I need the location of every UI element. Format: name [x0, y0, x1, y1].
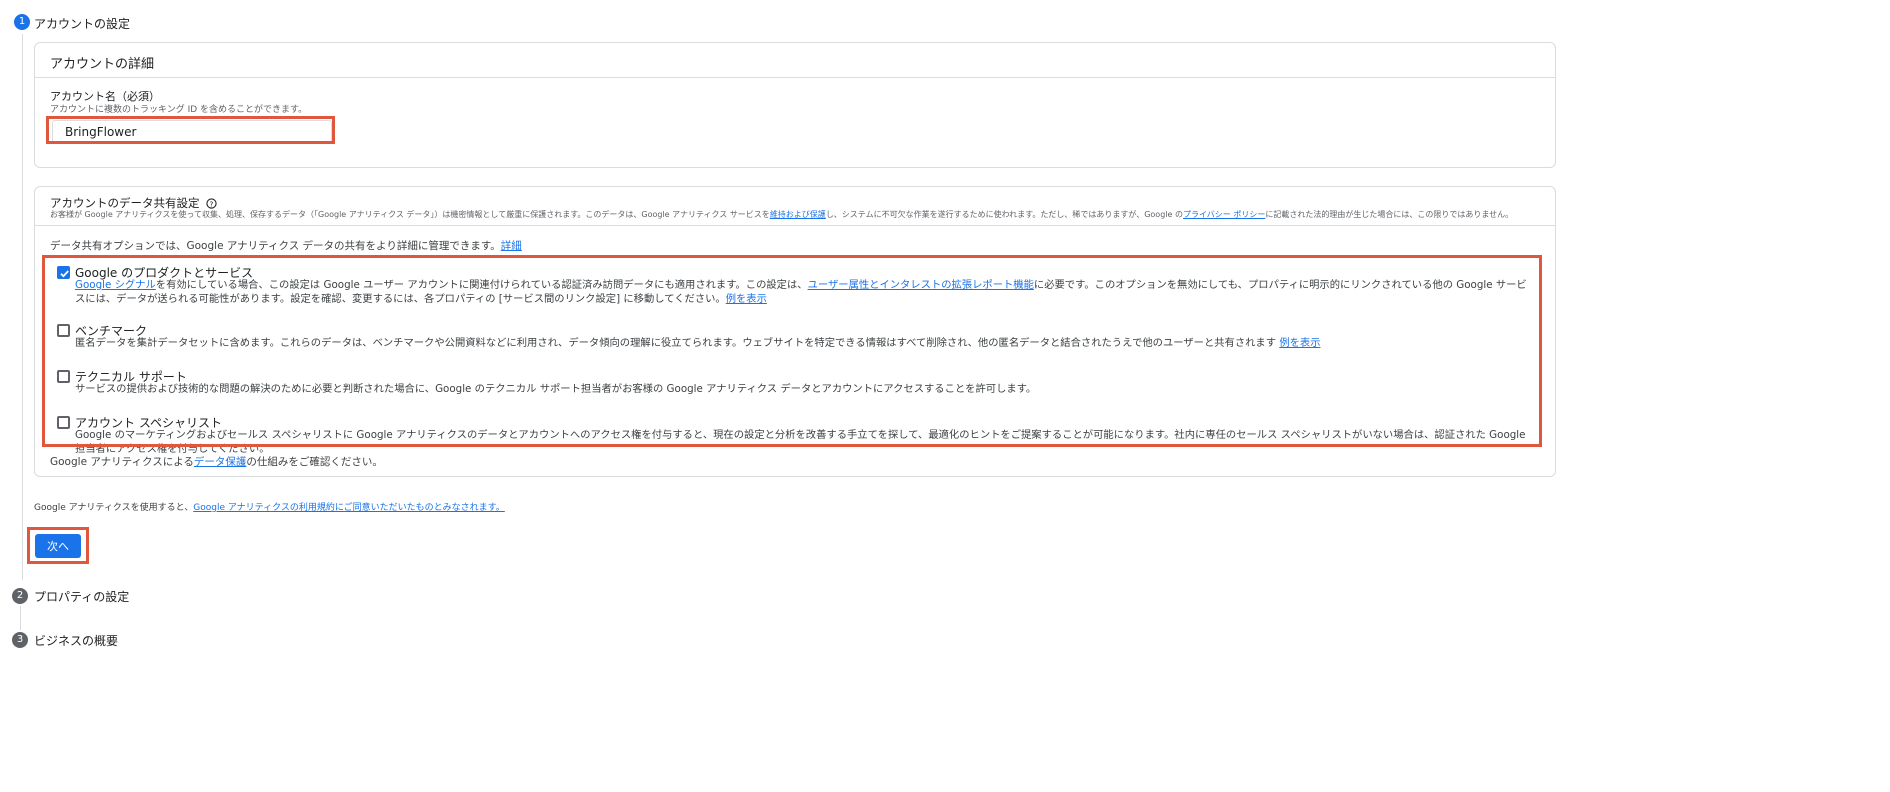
data-sharing-title-text: アカウントのデータ共有設定	[50, 196, 200, 210]
terms-text: Google アナリティクスを使用すると、Google アナリティクスの利用規約…	[34, 500, 505, 513]
terms-prefix: Google アナリティクスを使用すると、	[34, 503, 194, 513]
account-name-hint: アカウントに複数のトラッキング ID を含めることができます。	[50, 105, 308, 115]
step-connector-line-2	[20, 606, 21, 630]
next-button-highlight	[27, 527, 89, 564]
learn-more-link[interactable]: 詳細	[501, 240, 522, 252]
maintain-protect-link[interactable]: 維持および保護	[770, 210, 826, 219]
privacy-policy-link[interactable]: プライバシー ポリシー	[1183, 210, 1265, 219]
data-protection-link[interactable]: データ保護	[194, 456, 247, 468]
step-2-number: 2	[12, 588, 28, 604]
data-sharing-header	[35, 187, 1555, 226]
step-2-label[interactable]: プロパティの設定	[34, 588, 129, 605]
desc-text-2: し、システムに不可欠な作業を遂行するために使われます。ただし、稀ではありますが、…	[825, 210, 1183, 219]
account-name-highlight	[46, 116, 335, 144]
desc-text-1: お客様が Google アナリティクスを使って収集、処理、保存するデータ（「Go…	[50, 210, 770, 219]
desc-text-3: に記載された法的理由が生じた場合には、この限りではありません。	[1265, 210, 1514, 219]
options-highlight	[42, 255, 1542, 447]
data-protection-footer: Google アナリティクスによるデータ保護の仕組みをご確認ください。	[50, 454, 383, 469]
footer-text-2: の仕組みをご確認ください。	[246, 456, 383, 468]
footer-text-1: Google アナリティクスによる	[50, 456, 194, 468]
account-details-title: アカウントの詳細	[50, 57, 155, 72]
intro-text: データ共有オプションでは、Google アナリティクス データの共有をより詳細に…	[50, 240, 501, 252]
data-sharing-intro: データ共有オプションでは、Google アナリティクス データの共有をより詳細に…	[50, 238, 522, 253]
terms-link[interactable]: Google アナリティクスの利用規約にご同意いただいたものとみなされます。	[193, 503, 505, 513]
svg-text:?: ?	[210, 199, 214, 208]
step-3-label[interactable]: ビジネスの概要	[34, 632, 118, 649]
step-3-number: 3	[12, 632, 28, 648]
account-details-card: アカウントの詳細 アカウント名（必須） アカウントに複数のトラッキング ID を…	[34, 42, 1556, 168]
step-1-label[interactable]: アカウントの設定	[34, 15, 130, 32]
step-1-number: 1	[14, 14, 30, 30]
account-details-header	[35, 43, 1555, 78]
data-sharing-description: お客様が Google アナリティクスを使って収集、処理、保存するデータ（「Go…	[50, 209, 1513, 220]
step-connector-line	[22, 34, 23, 580]
